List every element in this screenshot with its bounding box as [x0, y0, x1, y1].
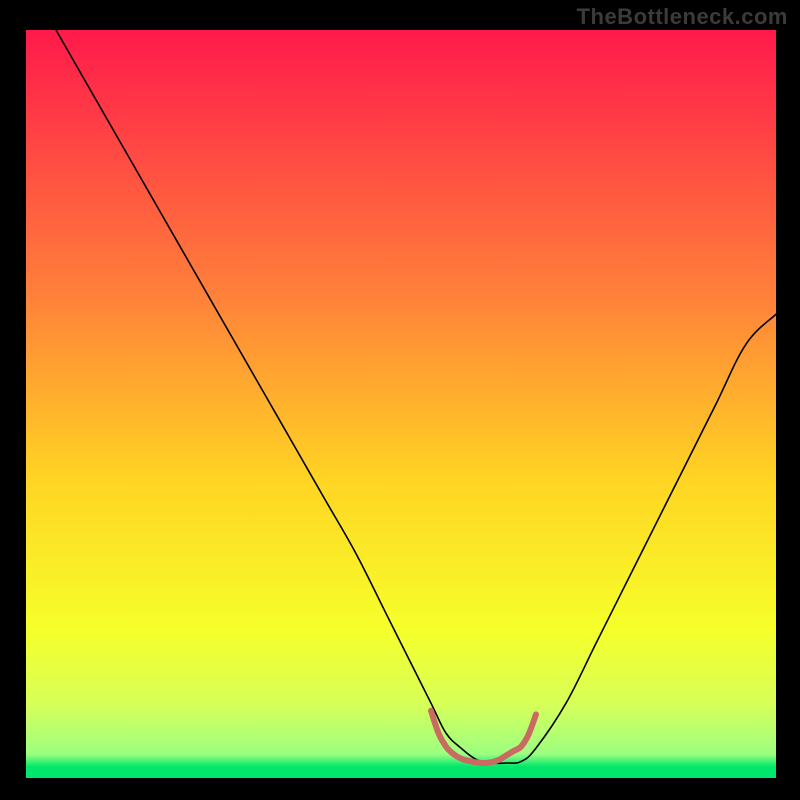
attribution-text: TheBottleneck.com: [577, 4, 788, 30]
gradient-background: [26, 30, 776, 778]
plot-area: [26, 30, 776, 778]
chart-frame: TheBottleneck.com: [0, 0, 800, 800]
chart-svg: [26, 30, 776, 778]
